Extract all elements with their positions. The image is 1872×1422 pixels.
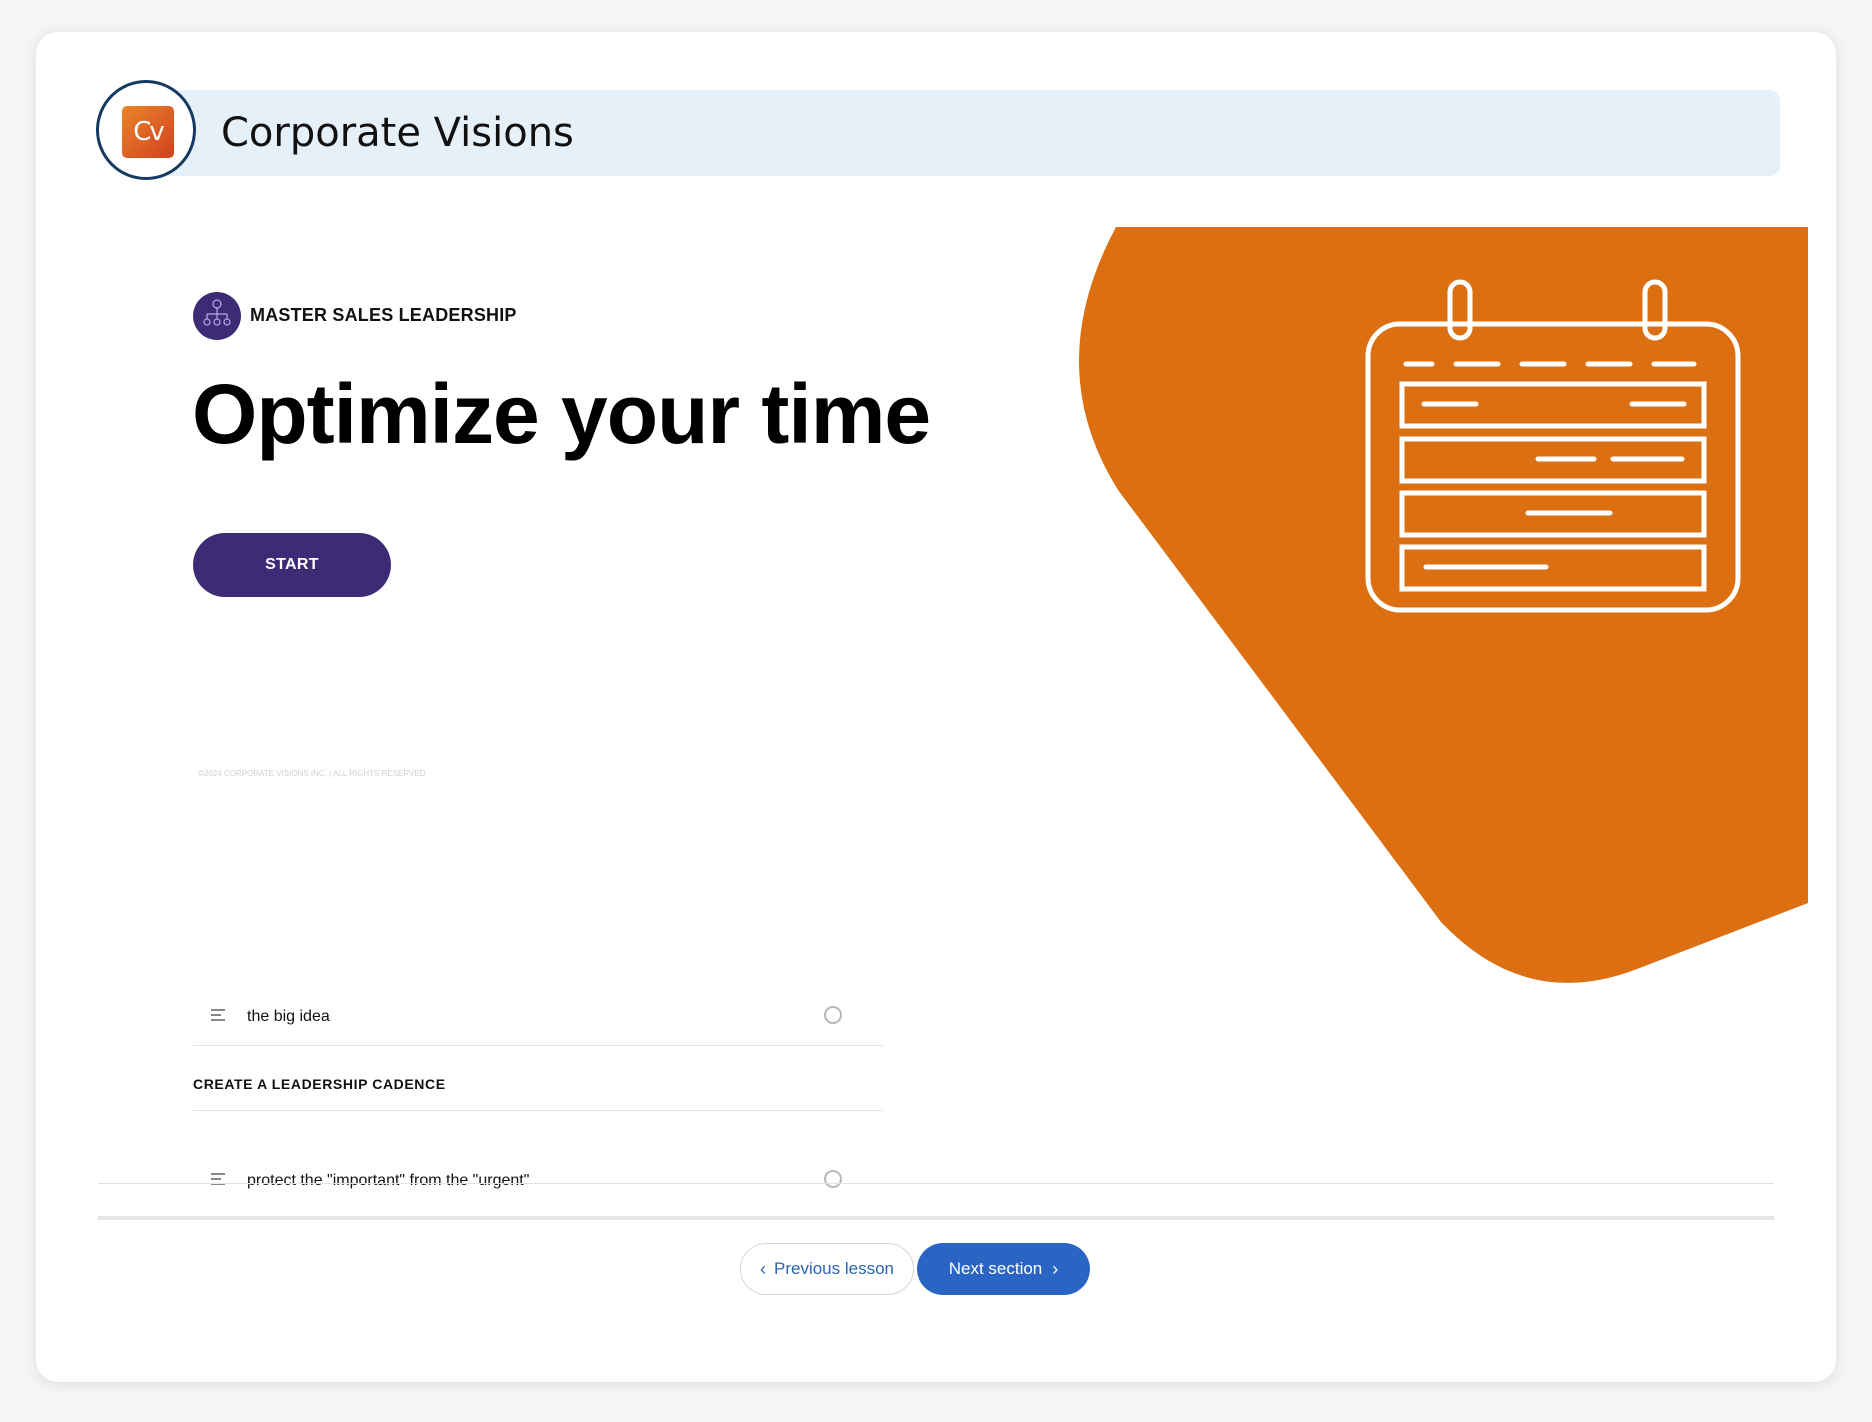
org-chart-icon [203, 299, 231, 326]
content-divider [98, 1183, 1774, 1184]
section-heading: CREATE A LEADERSHIP CADENCE [193, 1076, 446, 1092]
start-button[interactable]: START [193, 533, 391, 597]
course-badge [193, 292, 241, 340]
text-lines-icon [211, 1173, 227, 1187]
previous-lesson-button[interactable]: ‹ Previous lesson [740, 1243, 914, 1295]
lesson-title: Optimize your time [192, 367, 931, 461]
next-section-button[interactable]: Next section › [917, 1243, 1090, 1295]
corporate-visions-logo: Cv [122, 106, 174, 158]
lesson-list-item[interactable]: the big idea [193, 990, 883, 1046]
list-divider [193, 1045, 883, 1046]
text-lines-icon [211, 1009, 227, 1023]
completion-status-icon [824, 1006, 842, 1024]
next-section-label: Next section [948, 1259, 1043, 1278]
hero-illustration [1078, 227, 1808, 983]
orange-blob-shape [1078, 227, 1808, 983]
footer-divider [98, 1216, 1774, 1220]
lesson-item-label: protect the "important" from the "urgent… [247, 1172, 530, 1189]
chevron-right-icon: › [1052, 1259, 1059, 1279]
copyright-notice: ©2024 CORPORATE VISIONS INC. | ALL RIGHT… [198, 769, 426, 778]
chevron-left-icon: ‹ [759, 1259, 766, 1279]
list-divider [193, 1110, 883, 1111]
brand-title: Corporate Visions [221, 110, 574, 156]
previous-lesson-label: Previous lesson [773, 1259, 894, 1278]
completion-status-icon [824, 1170, 842, 1188]
lesson-item-label: the big idea [247, 1008, 330, 1025]
course-card: Corporate Visions Cv MASTER SALES LEADER… [36, 32, 1836, 1382]
lesson-list-item[interactable]: protect the "important" from the "urgent… [193, 1154, 883, 1210]
course-label: MASTER SALES LEADERSHIP [250, 305, 517, 325]
